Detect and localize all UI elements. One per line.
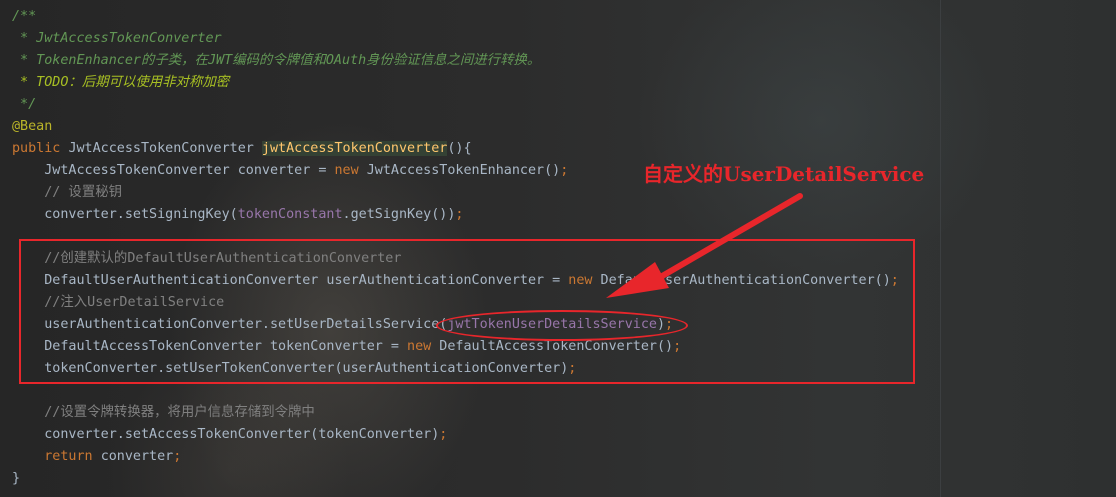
arrow-annotation bbox=[606, 193, 803, 298]
arrow-shaft bbox=[642, 193, 803, 289]
arrow-head bbox=[606, 262, 669, 298]
callout-label: 自定义的UserDetailService bbox=[643, 162, 925, 186]
